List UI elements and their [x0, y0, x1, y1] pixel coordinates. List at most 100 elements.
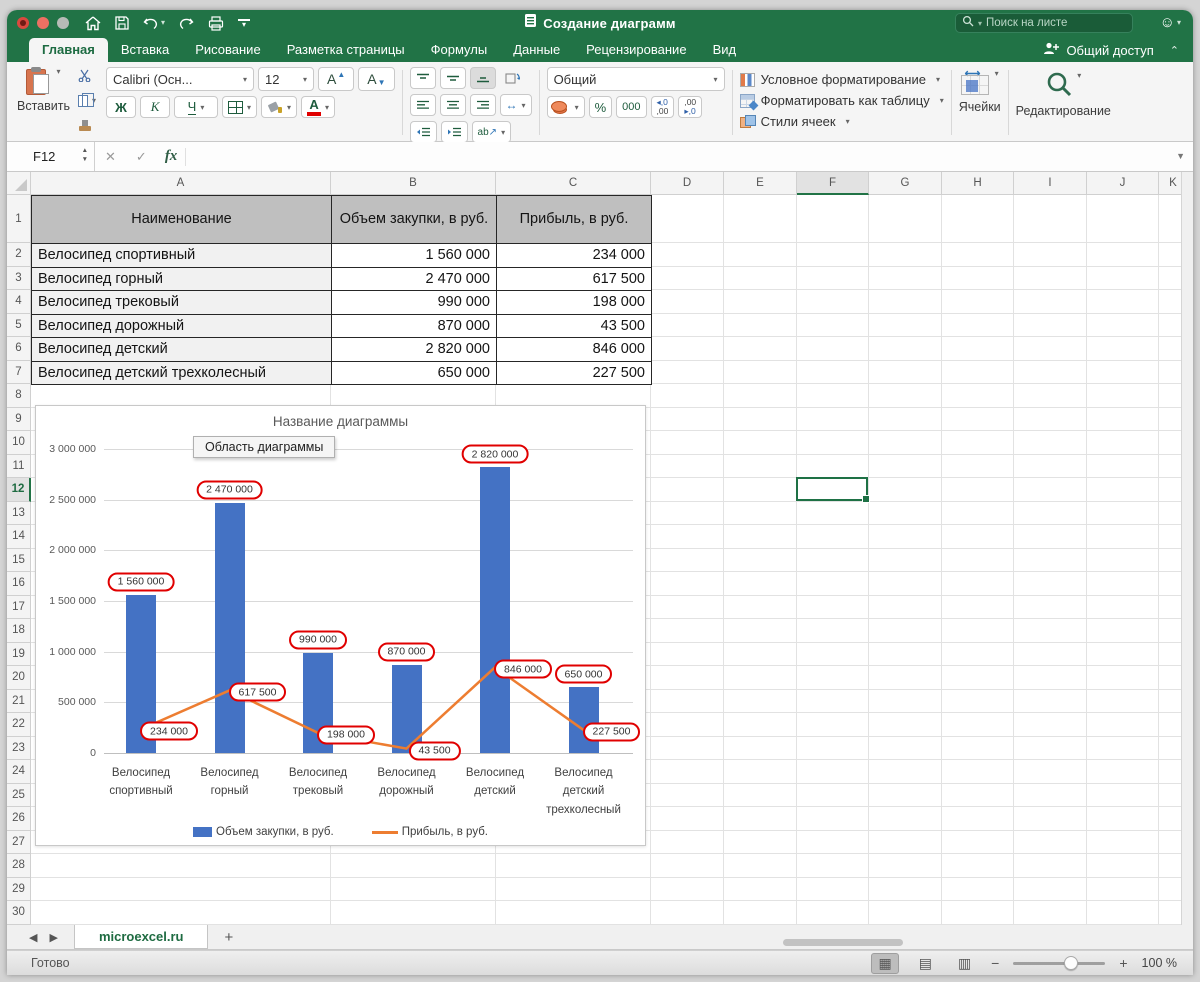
save-icon[interactable] [115, 16, 129, 30]
table-header-cell[interactable]: Прибыль, в руб. [497, 196, 652, 244]
row-header-23[interactable]: 23 [7, 737, 31, 761]
tab-Рисование[interactable]: Рисование [182, 38, 273, 62]
bar-data-label[interactable]: 990 000 [289, 630, 347, 649]
row-header-17[interactable]: 17 [7, 596, 31, 620]
table-cell[interactable]: Велосипед спортивный [32, 244, 332, 268]
bar-data-label[interactable]: 870 000 [378, 642, 436, 661]
table-cell[interactable]: 617 500 [497, 267, 652, 291]
align-bottom-button[interactable] [470, 67, 496, 89]
row-header-8[interactable]: 8 [7, 384, 31, 408]
table-cell[interactable]: 650 000 [332, 361, 497, 385]
row-header-30[interactable]: 30 [7, 901, 31, 925]
font-size-select[interactable]: 12▾ [258, 67, 314, 91]
fill-color-button[interactable]: ▾ [261, 96, 297, 118]
horizontal-scrollbar[interactable] [783, 939, 903, 946]
line-data-label[interactable]: 234 000 [140, 722, 198, 741]
column-header-G[interactable]: G [869, 172, 942, 195]
bar-data-label[interactable]: 650 000 [555, 665, 613, 684]
formula-bar-expand-icon[interactable]: ▼ [1176, 151, 1185, 161]
cut-button[interactable] [78, 69, 96, 82]
wrap-text-button[interactable]: ↔▾ [500, 94, 532, 116]
sheet-next-icon[interactable]: ▶ [49, 931, 57, 944]
row-header-4[interactable]: 4 [7, 290, 31, 314]
line-data-label[interactable]: 227 500 [583, 722, 641, 741]
bold-button[interactable]: Ж [106, 96, 136, 118]
table-cell[interactable]: Велосипед горный [32, 267, 332, 291]
table-cell[interactable]: 234 000 [497, 244, 652, 268]
row-header-29[interactable]: 29 [7, 878, 31, 902]
print-icon[interactable] [208, 16, 224, 31]
zoom-slider-thumb[interactable] [1064, 956, 1078, 970]
home-icon[interactable] [85, 16, 101, 31]
paste-button[interactable]: ▾ Вставить [17, 67, 70, 138]
add-sheet-button[interactable]: + [208, 925, 249, 949]
underline-button[interactable]: Ч▾ [174, 96, 218, 118]
undo-dropdown-icon[interactable]: ▾ [161, 19, 165, 27]
table-cell[interactable]: Велосипед детский [32, 338, 332, 362]
chart-bar[interactable] [480, 467, 510, 753]
share-button[interactable]: Общий доступ ⌃ [1043, 42, 1179, 58]
tab-Формулы[interactable]: Формулы [418, 38, 501, 62]
zoom-in-button[interactable]: + [1119, 955, 1127, 971]
column-header-A[interactable]: A [31, 172, 331, 195]
align-right-button[interactable] [470, 94, 496, 116]
row-header-7[interactable]: 7 [7, 361, 31, 385]
tab-Разметка страницы[interactable]: Разметка страницы [274, 38, 418, 62]
row-header-24[interactable]: 24 [7, 760, 31, 784]
table-header-cell[interactable]: Наименование [32, 196, 332, 244]
row-header-19[interactable]: 19 [7, 643, 31, 667]
row-header-26[interactable]: 26 [7, 807, 31, 831]
enter-icon[interactable]: ✓ [126, 149, 157, 165]
align-left-button[interactable] [410, 94, 436, 116]
bar-data-label[interactable]: 2 820 000 [462, 445, 529, 464]
chart-title[interactable]: Название диаграммы [36, 414, 645, 429]
normal-view-icon[interactable]: ▦ [871, 953, 898, 974]
search-input[interactable]: ▾ Поиск на листе [955, 13, 1133, 33]
decrease-decimal-button[interactable]: ,00▸,0 [678, 96, 702, 118]
text-direction-button[interactable]: ab↗▾ [472, 121, 512, 143]
borders-button[interactable]: ▾ [222, 96, 257, 118]
close-button[interactable] [17, 17, 29, 29]
comma-format-button[interactable]: 000 [616, 96, 646, 118]
table-cell[interactable]: 846 000 [497, 338, 652, 362]
page-break-view-icon[interactable]: ▥ [952, 954, 977, 973]
row-header-28[interactable]: 28 [7, 854, 31, 878]
table-cell[interactable]: 2 820 000 [332, 338, 497, 362]
table-cell[interactable]: Велосипед трековый [32, 291, 332, 315]
font-color-button[interactable]: А▾ [301, 96, 335, 118]
font-name-select[interactable]: Calibri (Осн...▾ [106, 67, 254, 91]
chart-bar[interactable] [569, 687, 599, 753]
sheet-grid[interactable]: ABCDEFGHIJK12345678910111213141516171819… [7, 172, 1193, 925]
bar-data-label[interactable]: 2 470 000 [196, 480, 263, 499]
cancel-icon[interactable]: ✕ [95, 149, 126, 165]
increase-decimal-button[interactable]: ◂,0,00 [651, 96, 675, 118]
row-header-18[interactable]: 18 [7, 619, 31, 643]
minimize-button[interactable] [37, 17, 49, 29]
zoom-window-button[interactable] [57, 17, 69, 29]
bar-data-label[interactable]: 1 560 000 [108, 572, 175, 591]
row-header-1[interactable]: 1 [7, 195, 31, 243]
column-header-C[interactable]: C [496, 172, 651, 195]
sheet-tab-active[interactable]: microexcel.ru [74, 925, 209, 949]
align-center-button[interactable] [440, 94, 466, 116]
row-header-12[interactable]: 12 [7, 478, 31, 502]
cell-styles-button[interactable]: Стили ячеек▾ [740, 111, 944, 132]
decrease-font-button[interactable]: A▼ [358, 67, 394, 91]
active-cell-selection[interactable] [796, 477, 868, 501]
table-cell[interactable]: 2 470 000 [332, 267, 497, 291]
sheet-prev-icon[interactable]: ◀ [29, 931, 37, 944]
tab-Главная[interactable]: Главная [29, 38, 108, 62]
row-header-10[interactable]: 10 [7, 431, 31, 455]
chart-bar[interactable] [392, 665, 422, 753]
collapse-ribbon-icon[interactable]: ⌃ [1170, 44, 1179, 57]
italic-button[interactable]: К [140, 96, 170, 118]
column-header-J[interactable]: J [1087, 172, 1159, 195]
format-as-table-button[interactable]: Форматировать как таблицу▾ [740, 90, 944, 111]
tab-Вставка[interactable]: Вставка [108, 38, 182, 62]
align-top-button[interactable] [410, 67, 436, 89]
column-header-B[interactable]: B [331, 172, 496, 195]
increase-font-button[interactable]: A▲ [318, 67, 354, 91]
row-header-2[interactable]: 2 [7, 243, 31, 267]
redo-icon[interactable] [179, 16, 194, 30]
tab-Вид[interactable]: Вид [700, 38, 750, 62]
